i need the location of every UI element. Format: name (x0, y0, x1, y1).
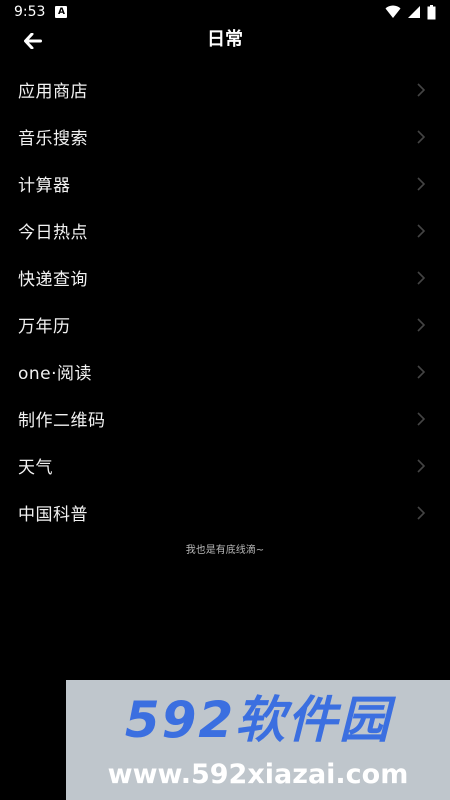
watermark: 592软件园 www.592xiazai.com (66, 680, 450, 800)
chevron-right-icon (417, 317, 426, 332)
menu-item-label: 音乐搜索 (18, 129, 88, 149)
menu-item-music-search[interactable]: 音乐搜索 (0, 113, 450, 160)
signal-icon (408, 6, 420, 18)
menu-item-label: 计算器 (18, 176, 71, 196)
status-time: 9:53 (14, 4, 46, 20)
menu-item-label: 快递查询 (18, 270, 88, 290)
menu-item-calculator[interactable]: 计算器 (0, 160, 450, 207)
menu-item-label: 万年历 (18, 317, 71, 337)
status-right (385, 4, 436, 20)
header: 日常 (0, 24, 450, 64)
chevron-right-icon (417, 364, 426, 379)
menu-item-science[interactable]: 中国科普 (0, 489, 450, 536)
menu-item-calendar[interactable]: 万年历 (0, 301, 450, 348)
status-left: 9:53 A (14, 4, 68, 20)
battery-icon (427, 4, 436, 19)
chevron-right-icon (417, 176, 426, 191)
chevron-right-icon (417, 505, 426, 520)
chevron-right-icon (417, 270, 426, 285)
notification-a-icon: A (55, 6, 68, 18)
menu-item-label: 制作二维码 (18, 411, 106, 431)
menu-item-label: one·阅读 (18, 364, 93, 384)
menu-item-one-reading[interactable]: one·阅读 (0, 348, 450, 395)
menu-item-label: 今日热点 (18, 223, 88, 243)
chevron-right-icon (417, 129, 426, 144)
menu-item-qr-code[interactable]: 制作二维码 (0, 395, 450, 442)
menu-item-hot-news[interactable]: 今日热点 (0, 207, 450, 254)
menu-list: 应用商店 音乐搜索 计算器 今日热点 快递查询 万年历 one·阅读 制作二维码… (0, 66, 450, 536)
status-bar: 9:53 A (0, 0, 450, 24)
menu-item-weather[interactable]: 天气 (0, 442, 450, 489)
wifi-icon (385, 5, 401, 18)
menu-item-express-tracking[interactable]: 快递查询 (0, 254, 450, 301)
chevron-right-icon (417, 411, 426, 426)
chevron-right-icon (417, 82, 426, 97)
menu-item-label: 中国科普 (18, 505, 88, 525)
chevron-right-icon (417, 458, 426, 473)
watermark-url: www.592xiazai.com (107, 759, 409, 790)
menu-item-label: 天气 (18, 458, 53, 478)
page-title: 日常 (207, 29, 243, 50)
menu-item-app-store[interactable]: 应用商店 (0, 66, 450, 113)
menu-item-label: 应用商店 (18, 82, 88, 102)
watermark-logo: 592软件园 (124, 691, 392, 749)
footer-note: 我也是有底线滴~ (185, 545, 265, 556)
chevron-right-icon (417, 223, 426, 238)
